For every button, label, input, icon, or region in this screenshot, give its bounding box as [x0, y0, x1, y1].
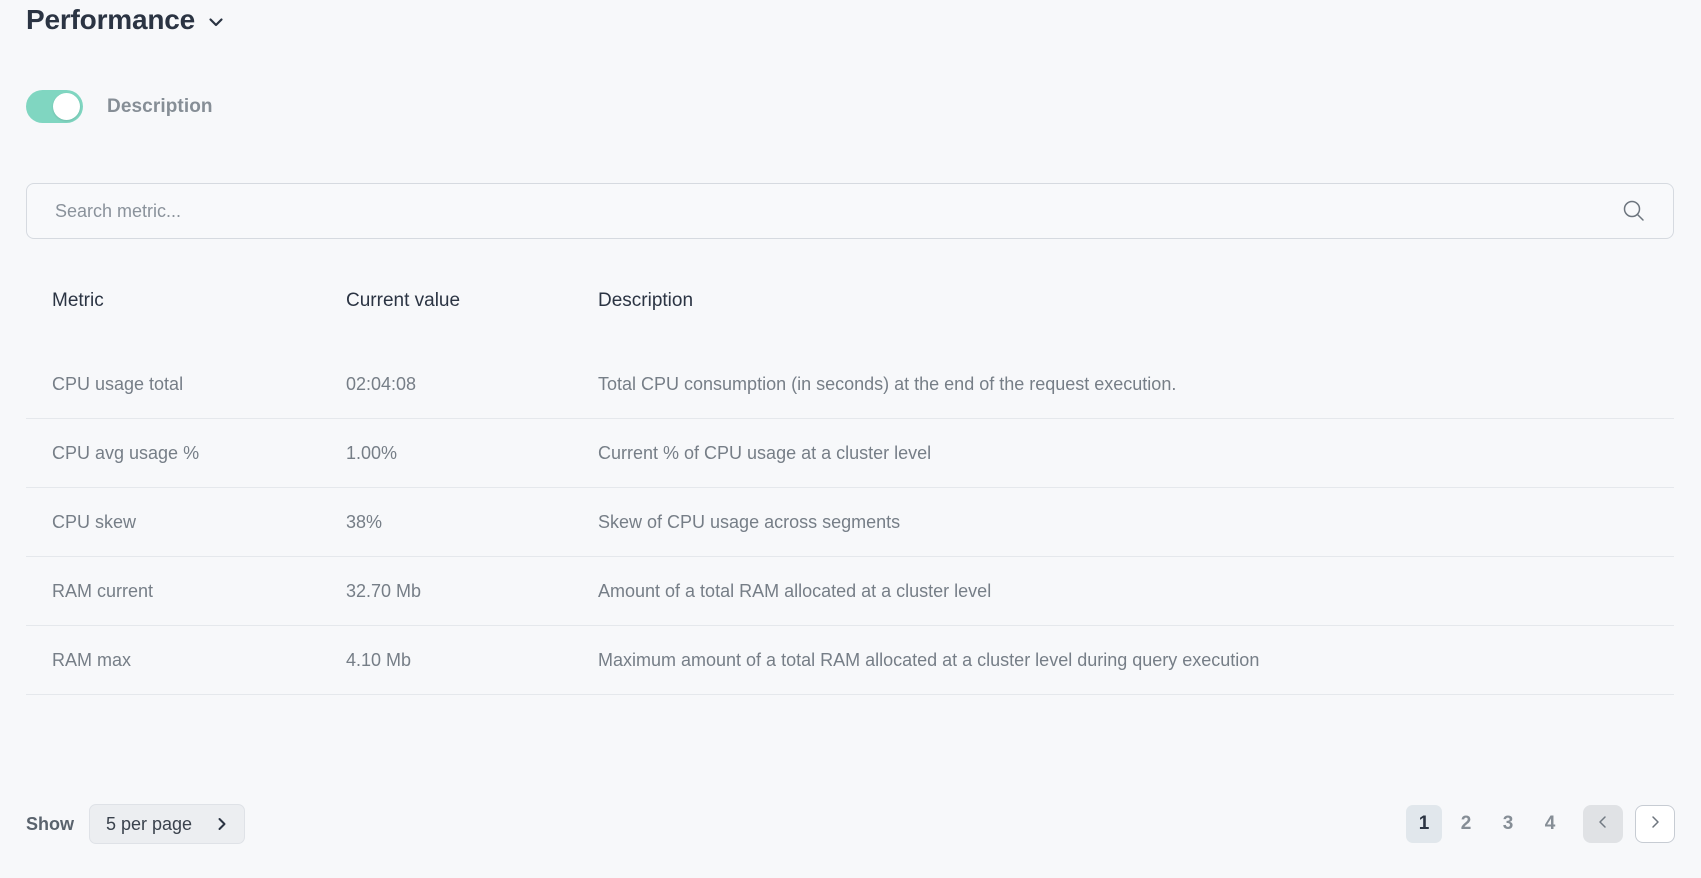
column-header-current-value: Current value — [346, 290, 598, 350]
page-header[interactable]: Performance — [26, 6, 226, 34]
column-header-description: Description — [598, 290, 1674, 350]
cell-current-value: 4.10 Mb — [346, 626, 598, 695]
cell-description: Total CPU consumption (in seconds) at th… — [598, 350, 1674, 419]
cell-metric: CPU usage total — [26, 350, 346, 419]
cell-current-value: 38% — [346, 488, 598, 557]
table-row[interactable]: CPU skew 38% Skew of CPU usage across se… — [26, 488, 1674, 557]
cell-description: Skew of CPU usage across segments — [598, 488, 1674, 557]
pagination-prev-button[interactable] — [1583, 805, 1623, 843]
chevron-right-icon — [1648, 815, 1662, 834]
cell-current-value: 1.00% — [346, 419, 598, 488]
search-bar[interactable] — [26, 183, 1674, 239]
search-input[interactable] — [27, 184, 1617, 238]
per-page-value: 5 per page — [106, 814, 192, 835]
per-page-select[interactable]: 5 per page — [89, 804, 245, 844]
description-toggle-row: Description — [26, 90, 213, 123]
metrics-table: Metric Current value Description CPU usa… — [26, 290, 1674, 695]
chevron-down-icon[interactable] — [206, 12, 226, 32]
cell-metric: CPU avg usage % — [26, 419, 346, 488]
cell-description: Current % of CPU usage at a cluster leve… — [598, 419, 1674, 488]
cell-metric: RAM current — [26, 557, 346, 626]
cell-description: Amount of a total RAM allocated at a clu… — [598, 557, 1674, 626]
pagination-page-2[interactable]: 2 — [1448, 805, 1484, 843]
cell-metric: RAM max — [26, 626, 346, 695]
chevron-left-icon — [1596, 815, 1610, 834]
table-footer: Show 5 per page 1 2 3 4 — [26, 802, 1675, 846]
chevron-right-icon — [214, 816, 230, 832]
table-row[interactable]: CPU avg usage % 1.00% Current % of CPU u… — [26, 419, 1674, 488]
cell-current-value: 02:04:08 — [346, 350, 598, 419]
pagination-page-4[interactable]: 4 — [1532, 805, 1568, 843]
search-icon[interactable] — [1617, 194, 1651, 228]
toggle-knob — [53, 93, 80, 120]
cell-current-value: 32.70 Mb — [346, 557, 598, 626]
description-toggle[interactable] — [26, 90, 83, 123]
description-toggle-label: Description — [107, 96, 213, 118]
table-row[interactable]: RAM current 32.70 Mb Amount of a total R… — [26, 557, 1674, 626]
cell-description: Maximum amount of a total RAM allocated … — [598, 626, 1674, 695]
pagination-page-1[interactable]: 1 — [1406, 805, 1442, 843]
pagination-page-3[interactable]: 3 — [1490, 805, 1526, 843]
pagination: 1 2 3 4 — [1406, 805, 1675, 843]
show-label: Show — [26, 814, 74, 835]
table-header-row: Metric Current value Description — [26, 290, 1674, 350]
cell-metric: CPU skew — [26, 488, 346, 557]
table-row[interactable]: CPU usage total 02:04:08 Total CPU consu… — [26, 350, 1674, 419]
column-header-metric: Metric — [26, 290, 346, 350]
rows-per-page-group: Show 5 per page — [26, 804, 245, 844]
page-title: Performance — [26, 6, 195, 34]
table-row[interactable]: RAM max 4.10 Mb Maximum amount of a tota… — [26, 626, 1674, 695]
pagination-next-button[interactable] — [1635, 805, 1675, 843]
